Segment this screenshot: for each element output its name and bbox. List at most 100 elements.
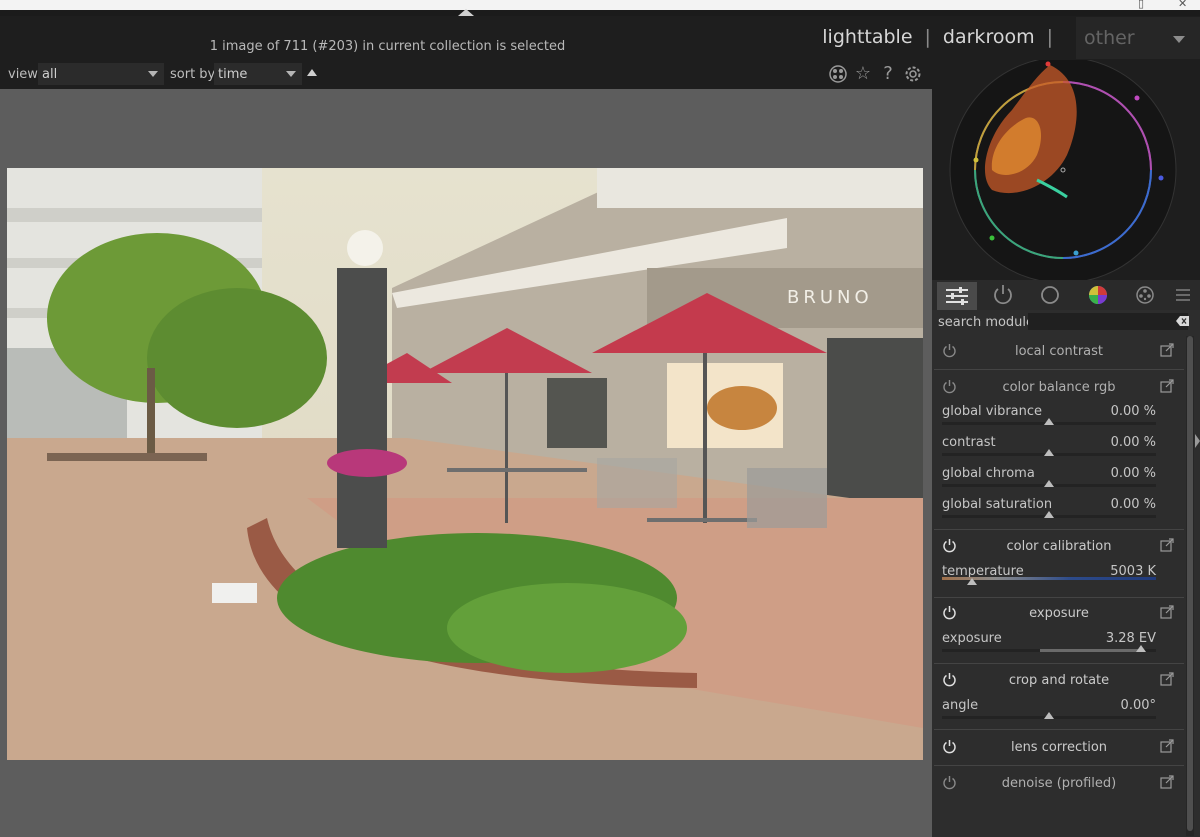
slider-label: global chroma xyxy=(942,466,1035,481)
view-darkroom[interactable]: darkroom xyxy=(943,26,1035,48)
slider-global-saturation[interactable]: global saturation 0.00 % xyxy=(934,495,1184,526)
collapse-top-panel-arrow[interactable] xyxy=(458,9,474,16)
gear-icon[interactable] xyxy=(903,64,923,84)
slider-track[interactable] xyxy=(942,649,1156,652)
module-title: color calibration xyxy=(1006,539,1112,554)
sort-value: time xyxy=(218,67,248,82)
module-panel-scrollbar[interactable] xyxy=(1186,336,1194,836)
slider-label: exposure xyxy=(942,631,1002,646)
image-area: BRUNO xyxy=(0,89,932,837)
slider-marker[interactable] xyxy=(1044,712,1054,719)
slider-global-vibrance[interactable]: global vibrance 0.00 % xyxy=(934,402,1184,433)
other-views-dropdown[interactable]: other xyxy=(1076,17,1200,59)
module-header[interactable]: color balance rgb xyxy=(934,372,1184,402)
module-divider xyxy=(934,529,1184,530)
module-header[interactable]: crop and rotate xyxy=(934,665,1184,695)
view-separator: | xyxy=(924,26,931,48)
module-title: denoise (profiled) xyxy=(1001,776,1117,791)
slider-value: 0.00 % xyxy=(1110,497,1156,512)
slider-value: 3.28 EV xyxy=(1105,631,1156,646)
grouping-icon[interactable] xyxy=(828,64,848,84)
slider-label: contrast xyxy=(942,435,996,450)
sort-order-toggle[interactable] xyxy=(307,69,317,76)
vectorscope xyxy=(932,56,1200,284)
view-filter-select[interactable]: all xyxy=(38,63,164,85)
color-wheel-icon[interactable] xyxy=(1083,282,1113,308)
help-icon[interactable]: ? xyxy=(878,64,898,84)
clear-search-icon[interactable] xyxy=(1176,316,1189,326)
module-header[interactable]: denoise (profiled) xyxy=(934,768,1184,798)
slider-value: 0.00 % xyxy=(1110,466,1156,481)
module-header[interactable]: local contrast xyxy=(934,336,1184,366)
slider-label: angle xyxy=(942,698,979,713)
menu-icon[interactable] xyxy=(1168,282,1198,308)
header-bar: 1 image of 711 (#203) in current collect… xyxy=(0,16,1200,60)
module-header[interactable]: lens correction xyxy=(934,732,1184,762)
slider-marker[interactable] xyxy=(1044,511,1054,518)
svg-text:BRUNO: BRUNO xyxy=(787,287,873,308)
module-divider xyxy=(934,663,1184,664)
search-module-input[interactable] xyxy=(1028,313,1188,330)
slider-marker[interactable] xyxy=(966,578,977,585)
module-title: lens correction xyxy=(1010,740,1108,755)
module-header[interactable]: exposure xyxy=(934,598,1184,628)
module-title: crop and rotate xyxy=(1008,673,1110,688)
presets-icon[interactable] xyxy=(1160,379,1174,393)
slider-value: 0.00 % xyxy=(1110,404,1156,419)
chevron-down-icon xyxy=(1173,36,1185,43)
slider-exposure[interactable]: exposure 3.28 EV xyxy=(934,629,1184,660)
presets-icon[interactable] xyxy=(1160,605,1174,619)
module-title: color balance rgb xyxy=(1002,380,1116,395)
view-lighttable[interactable]: lighttable xyxy=(822,26,912,48)
search-module-label: search module xyxy=(938,315,1035,330)
star-icon[interactable]: ☆ xyxy=(853,64,873,84)
module-header[interactable]: color calibration xyxy=(934,531,1184,561)
module-divider xyxy=(934,765,1184,766)
filter-bar: view all sort by time ☆ ? xyxy=(0,60,932,89)
restore-window-icon[interactable]: ▯ xyxy=(1138,0,1144,10)
view-separator: | xyxy=(1046,26,1053,48)
close-window-icon[interactable]: ✕ xyxy=(1178,0,1187,10)
slider-contrast[interactable]: contrast 0.00 % xyxy=(934,433,1184,464)
power-icon[interactable] xyxy=(988,282,1018,308)
view-filter-value: all xyxy=(42,67,58,82)
slider-value: 0.00 % xyxy=(1110,435,1156,450)
presets-icon[interactable] xyxy=(1160,672,1174,686)
slider-marker[interactable] xyxy=(1044,449,1054,456)
view-filter-label: view xyxy=(8,67,38,82)
module-title: exposure xyxy=(1029,606,1089,621)
slider-value: 0.00° xyxy=(1120,698,1156,713)
search-module-row: search module xyxy=(932,310,1200,334)
selection-status: 1 image of 711 (#203) in current collect… xyxy=(209,39,566,54)
presets-icon[interactable] xyxy=(1160,538,1174,552)
chevron-down-icon xyxy=(148,71,158,77)
film-icon[interactable] xyxy=(1130,282,1160,308)
presets-icon[interactable] xyxy=(1160,775,1174,789)
title-strip: ▯ ✕ xyxy=(0,0,1200,10)
expand-right-panel-arrow[interactable] xyxy=(1195,434,1200,448)
slider-fill xyxy=(1040,649,1142,652)
tab-active-modules[interactable] xyxy=(937,282,977,310)
slider-label: global vibrance xyxy=(942,404,1043,419)
chevron-down-icon xyxy=(286,71,296,77)
slider-marker[interactable] xyxy=(1044,480,1054,487)
slider-global-chroma[interactable]: global chroma 0.00 % xyxy=(934,464,1184,495)
other-views-label: other xyxy=(1084,27,1135,49)
slider-marker[interactable] xyxy=(1136,645,1147,652)
module-divider xyxy=(934,729,1184,730)
sort-select[interactable]: time xyxy=(214,63,302,85)
vectorscope-graph xyxy=(949,56,1177,284)
view-switcher: lighttable | darkroom | xyxy=(822,26,1065,48)
slider-label: global saturation xyxy=(942,497,1053,512)
module-divider xyxy=(934,369,1184,370)
circle-icon[interactable] xyxy=(1035,282,1065,308)
slider-angle[interactable]: angle 0.00° xyxy=(934,696,1184,727)
photo-preview[interactable]: BRUNO xyxy=(7,168,923,760)
module-title: local contrast xyxy=(1014,344,1104,359)
sort-label: sort by xyxy=(170,67,216,82)
slider-temperature[interactable]: temperature 5003 K xyxy=(934,562,1184,593)
presets-icon[interactable] xyxy=(1160,739,1174,753)
slider-marker[interactable] xyxy=(1044,418,1054,425)
presets-icon[interactable] xyxy=(1160,343,1174,357)
sliders-icon xyxy=(946,287,968,305)
